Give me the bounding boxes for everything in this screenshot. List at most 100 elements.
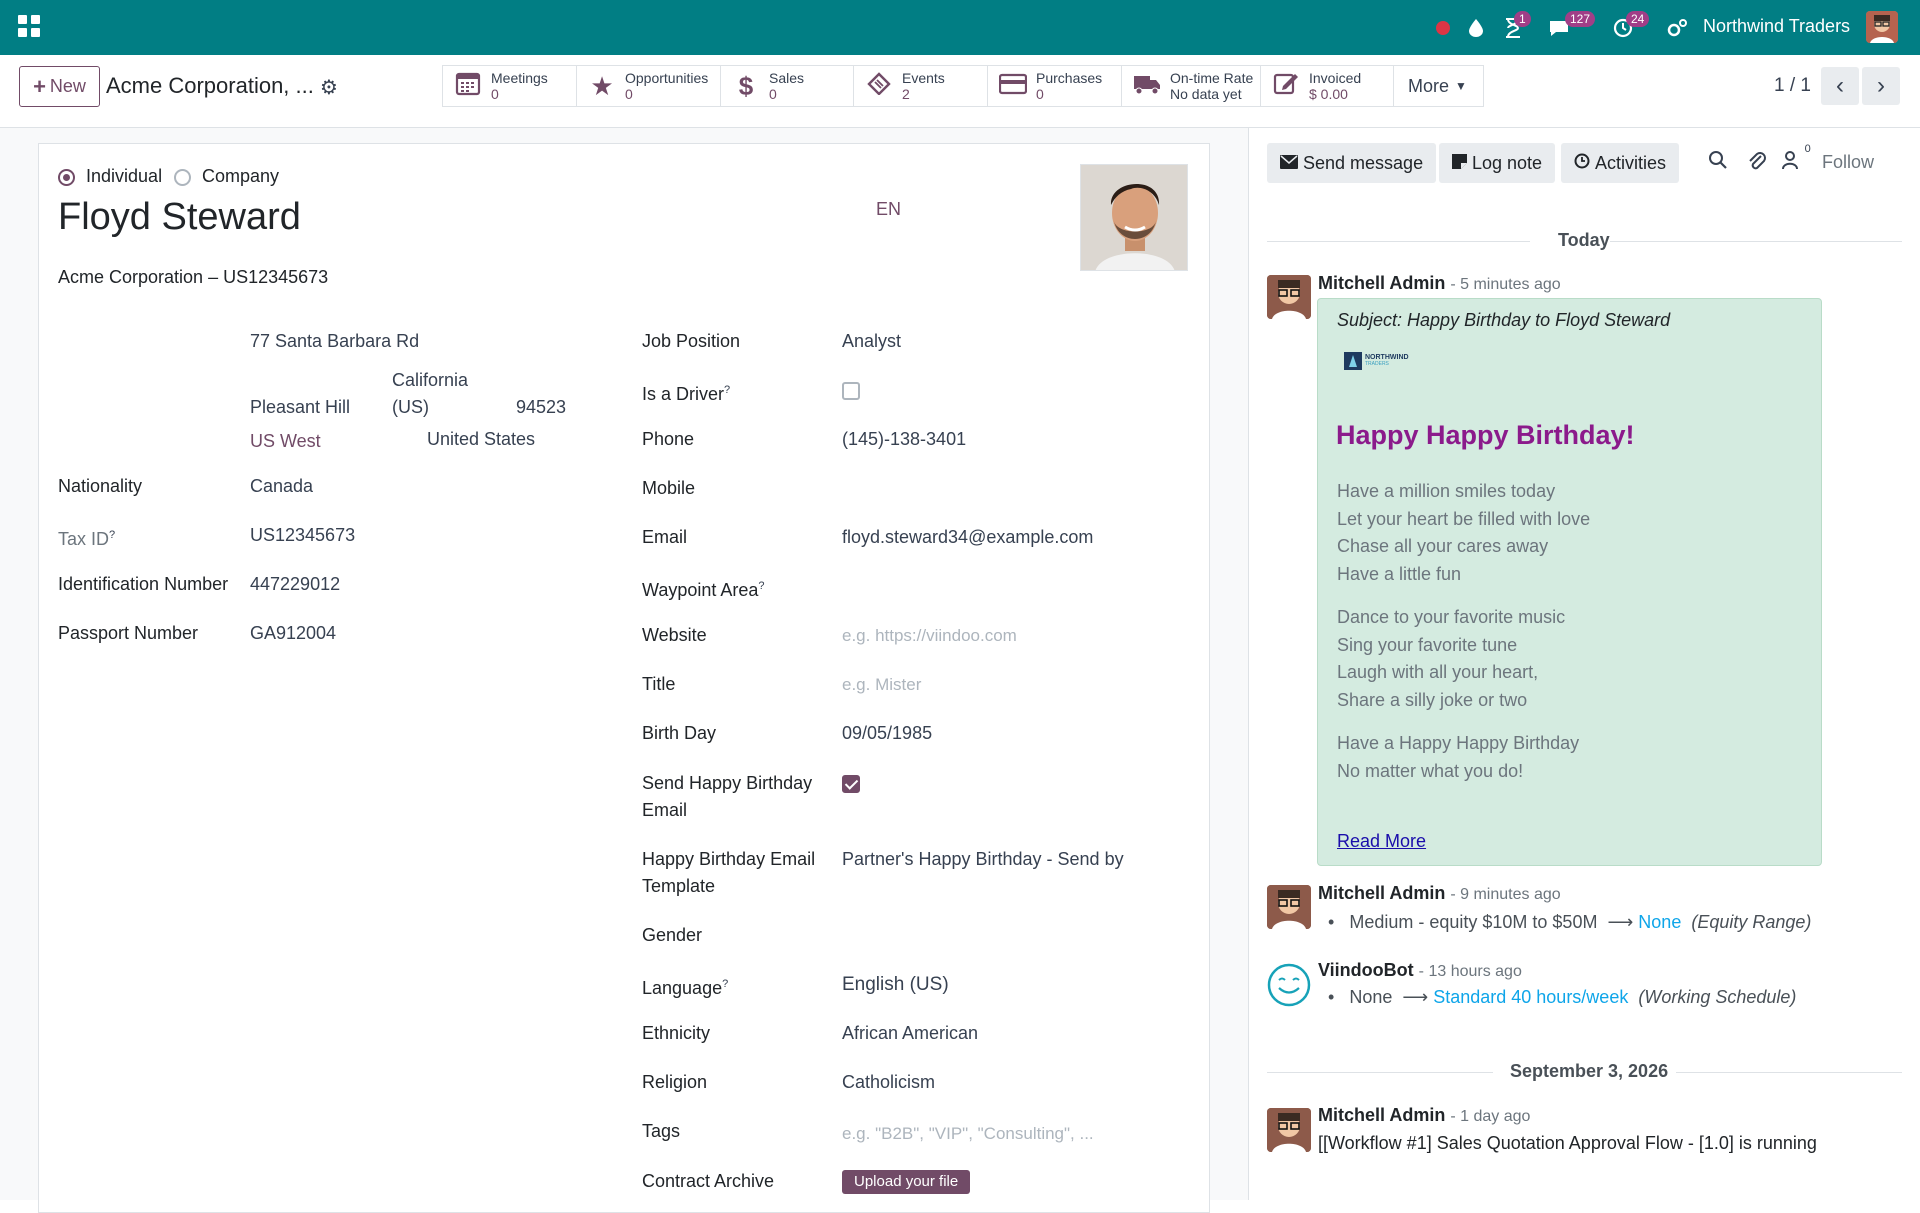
- radio-individual[interactable]: [58, 168, 75, 186]
- website-label: Website: [642, 625, 707, 645]
- waypoint-label: Waypoint Area?: [642, 580, 765, 600]
- send-birthday-label-line2: Email: [642, 800, 688, 820]
- send-birthday-checkbox[interactable]: [842, 775, 860, 793]
- search-icon[interactable]: [1708, 150, 1728, 176]
- breadcrumb[interactable]: Acme Corporation, ...: [106, 73, 314, 99]
- smart-button-ontime-rate[interactable]: On-time Rate No data yet: [1122, 66, 1261, 106]
- mobile-field[interactable]: [842, 475, 1142, 502]
- phone-value[interactable]: (145)-138-3401: [842, 426, 966, 453]
- plus-icon: +: [33, 73, 46, 99]
- help-icon[interactable]: ?: [758, 580, 764, 592]
- address-state-line2[interactable]: (US): [392, 394, 429, 421]
- smart-button-meetings[interactable]: Meetings 0: [443, 66, 577, 106]
- company-type-company[interactable]: Company: [174, 165, 279, 187]
- address-zip[interactable]: 94523: [516, 394, 566, 421]
- pager-value[interactable]: 1 / 1: [1774, 75, 1811, 97]
- bot-avatar[interactable]: [1267, 963, 1311, 1007]
- log-note-button[interactable]: Log note: [1439, 143, 1556, 183]
- message-author[interactable]: Mitchell Admin - 1 day ago: [1318, 1105, 1530, 1126]
- waypoint-field[interactable]: [842, 573, 1142, 600]
- partner-name[interactable]: Floyd Steward: [58, 196, 301, 239]
- address-city[interactable]: Pleasant Hill: [250, 394, 350, 421]
- pager-previous-button[interactable]: ‹: [1821, 67, 1859, 105]
- upload-file-button[interactable]: Upload your file: [842, 1170, 971, 1194]
- user-lock-icon: [1781, 151, 1805, 175]
- app-menu-icon[interactable]: [18, 15, 40, 37]
- partner-photo[interactable]: [1080, 164, 1188, 271]
- divider: [1267, 1072, 1493, 1073]
- nationality-value[interactable]: Canada: [250, 473, 313, 500]
- pager-next-button[interactable]: ›: [1862, 67, 1900, 105]
- smart-button-opportunities[interactable]: ★ Opportunities 0: [577, 66, 721, 106]
- ethnicity-value[interactable]: African American: [842, 1020, 978, 1047]
- address-region[interactable]: US West: [250, 428, 321, 455]
- message-author[interactable]: ViindooBot - 13 hours ago: [1318, 960, 1522, 981]
- job-position-label: Job Position: [642, 331, 741, 351]
- address-street[interactable]: 77 Santa Barbara Rd: [250, 328, 419, 355]
- avatar[interactable]: [1267, 885, 1311, 929]
- smart-button-invoiced[interactable]: Invoiced $ 0.00: [1261, 66, 1394, 106]
- paperclip-icon[interactable]: [1747, 150, 1767, 178]
- send-message-button[interactable]: Send message: [1267, 143, 1437, 183]
- user-avatar[interactable]: [1866, 11, 1898, 43]
- smart-button-purchases[interactable]: Purchases 0: [988, 66, 1122, 106]
- address-country[interactable]: United States: [427, 426, 535, 453]
- website-input[interactable]: e.g. https://viindoo.com: [842, 622, 1017, 649]
- email-value[interactable]: floyd.steward34@example.com: [842, 524, 1093, 551]
- identification-value[interactable]: 447229012: [250, 571, 340, 598]
- message-author[interactable]: Mitchell Admin - 5 minutes ago: [1318, 273, 1561, 294]
- new-button[interactable]: + New: [19, 66, 100, 107]
- settings-icon[interactable]: [1665, 0, 1691, 55]
- tags-input[interactable]: e.g. "B2B", "VIP", "Consulting", ...: [842, 1120, 1094, 1147]
- avatar[interactable]: [1267, 275, 1311, 319]
- identification-label: Identification Number: [58, 574, 229, 594]
- top-navbar: 1 127 24 Northwind Traders: [0, 0, 1920, 55]
- taxid-value[interactable]: US12345673: [250, 522, 355, 549]
- activities-button[interactable]: Activities: [1561, 143, 1680, 183]
- passport-value[interactable]: GA912004: [250, 620, 336, 647]
- radio-company[interactable]: [174, 168, 191, 186]
- message-author[interactable]: Mitchell Admin - 9 minutes ago: [1318, 883, 1561, 904]
- birthday-template-value[interactable]: Partner's Happy Birthday - Send by: [842, 846, 1124, 873]
- birthday-label: Birth Day: [642, 723, 717, 743]
- driver-checkbox[interactable]: [842, 382, 860, 400]
- follow-button[interactable]: Follow: [1822, 152, 1874, 173]
- more-button[interactable]: More ▼: [1394, 66, 1483, 106]
- job-position-value[interactable]: Analyst: [842, 328, 901, 355]
- clock-icon[interactable]: 24: [1610, 0, 1650, 55]
- help-icon[interactable]: ?: [722, 978, 728, 990]
- read-more-link[interactable]: Read More: [1337, 831, 1426, 852]
- smart-button-sales[interactable]: $ Sales 0: [721, 66, 854, 106]
- help-icon[interactable]: ?: [724, 384, 730, 396]
- help-icon[interactable]: ?: [109, 529, 115, 541]
- dollar-icon: $: [738, 70, 754, 101]
- truck-icon: [1132, 71, 1162, 102]
- religion-value[interactable]: Catholicism: [842, 1069, 935, 1096]
- language-value[interactable]: English (US): [842, 971, 949, 998]
- control-panel: + New Acme Corporation, ... ⚙ Meetings 0 …: [0, 55, 1920, 128]
- caret-down-icon: ▼: [1455, 79, 1467, 93]
- drop-icon[interactable]: [1464, 0, 1488, 55]
- parent-company[interactable]: Acme Corporation – US12345673: [58, 266, 328, 288]
- company-type-individual[interactable]: Individual: [58, 165, 162, 187]
- hourglass-icon[interactable]: 1: [1500, 0, 1531, 55]
- birthday-value[interactable]: 09/05/1985: [842, 720, 932, 747]
- followers-button[interactable]: 0: [1781, 143, 1811, 176]
- birthday-template-label-line2: Template: [642, 876, 716, 896]
- gear-icon[interactable]: ⚙: [320, 75, 338, 100]
- smart-button-events[interactable]: Events 2: [854, 66, 988, 106]
- messages-badge: 127: [1565, 11, 1596, 27]
- language-badge[interactable]: EN: [876, 199, 901, 220]
- title-input[interactable]: e.g. Mister: [842, 671, 921, 698]
- address-state-line1[interactable]: California: [392, 367, 468, 394]
- chevron-right-icon: ›: [1877, 72, 1885, 99]
- record-icon[interactable]: [1431, 0, 1455, 55]
- company-switcher[interactable]: Northwind Traders: [1703, 16, 1850, 37]
- religion-label: Religion: [642, 1072, 708, 1092]
- avatar[interactable]: [1267, 1108, 1311, 1152]
- tags-label: Tags: [642, 1121, 681, 1141]
- chat-icon[interactable]: 127: [1545, 0, 1596, 55]
- gender-label: Gender: [642, 925, 703, 945]
- date-separator: September 3, 2026: [1510, 1061, 1669, 1081]
- gender-field[interactable]: [842, 922, 1142, 949]
